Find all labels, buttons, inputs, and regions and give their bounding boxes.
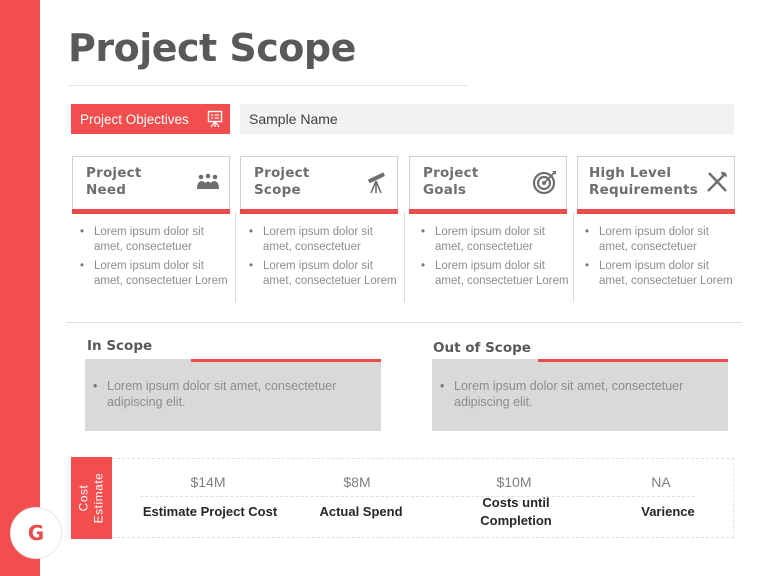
tools-icon xyxy=(707,171,727,192)
target-icon xyxy=(532,171,556,195)
card-title: Project Goals xyxy=(423,165,478,199)
card-accent-bar xyxy=(409,209,567,214)
list-item: Lorem ipsum dolor sit amet, consectetuer… xyxy=(80,259,230,288)
cost-value-actual: $8M xyxy=(343,474,371,490)
project-objectives-text: Project Objectives xyxy=(80,111,189,127)
list-item: Lorem ipsum dolor sit amet, consectetuer… xyxy=(249,259,399,288)
card-accent-bar xyxy=(72,209,230,214)
card-accent-bar xyxy=(577,209,735,214)
title-divider xyxy=(68,85,468,86)
column-divider xyxy=(235,212,236,302)
card-title: Project Need xyxy=(86,165,141,199)
page-title: Project Scope xyxy=(68,26,356,70)
card-title-line: Scope xyxy=(254,182,301,198)
card-title-line: Project xyxy=(254,165,310,181)
card-title-line: Project xyxy=(423,165,479,181)
list-item: Lorem ipsum dolor sit amet, consectetuer xyxy=(249,225,399,254)
card-bullets-goals: Lorem ipsum dolor sit amet, consectetuer… xyxy=(421,225,571,293)
card-title: Project Scope xyxy=(254,165,309,199)
cost-value-variance: NA xyxy=(651,474,671,490)
cost-estimate-label: Cost Estimate xyxy=(71,457,112,539)
section-divider xyxy=(66,322,742,323)
card-title-line: Project xyxy=(86,165,142,181)
out-of-scope-heading: Out of Scope xyxy=(433,340,531,356)
out-of-scope-text: Lorem ipsum dolor sit amet, consectetuer… xyxy=(440,379,718,410)
presentation-board-icon xyxy=(207,110,223,128)
list-item: Lorem ipsum dolor sit amet, consectetuer… xyxy=(421,259,571,288)
cost-caption-variance: Varience xyxy=(641,504,695,519)
cost-label-line: Cost xyxy=(76,484,91,512)
in-scope-text: Lorem ipsum dolor sit amet, consectetuer… xyxy=(93,379,371,410)
cost-estimate-frame xyxy=(112,458,734,538)
project-objectives-label: Project Objectives xyxy=(71,104,230,134)
cost-divider xyxy=(140,496,695,497)
list-item: Lorem ipsum dolor sit amet, consectetuer… xyxy=(585,259,735,288)
logo-letter: G xyxy=(27,521,45,545)
in-scope-panel: Lorem ipsum dolor sit amet, consectetuer… xyxy=(85,359,381,431)
cost-label-line: Estimate xyxy=(91,472,106,524)
card-project-goals: Project Goals xyxy=(409,156,567,214)
card-title: High Level Requirements xyxy=(589,165,698,199)
column-divider xyxy=(573,212,574,302)
telescope-icon xyxy=(367,172,386,194)
list-item: Lorem ipsum dolor sit amet, consectetuer xyxy=(585,225,735,254)
card-bullets-requirements: Lorem ipsum dolor sit amet, consectetuer… xyxy=(585,225,735,293)
out-of-scope-accent-line xyxy=(538,359,728,362)
cost-value-estimate: $14M xyxy=(190,474,226,490)
list-item: Lorem ipsum dolor sit amet, consectetuer xyxy=(80,225,230,254)
card-title-line: Goals xyxy=(423,182,467,198)
logo-badge: G xyxy=(10,507,62,559)
card-bullets-scope: Lorem ipsum dolor sit amet, consectetuer… xyxy=(249,225,399,293)
in-scope-heading: In Scope xyxy=(87,338,153,354)
card-project-scope: Project Scope xyxy=(240,156,398,214)
list-item: Lorem ipsum dolor sit amet, consectetuer xyxy=(421,225,571,254)
cost-caption-actual: Actual Spend xyxy=(319,504,403,519)
project-name-field[interactable]: Sample Name xyxy=(240,104,734,134)
card-title-line: Need xyxy=(86,182,127,198)
cost-value-until-completion: $10M xyxy=(496,474,532,490)
card-bullets-need: Lorem ipsum dolor sit amet, consectetuer… xyxy=(80,225,230,293)
out-of-scope-panel: Lorem ipsum dolor sit amet, consectetuer… xyxy=(432,359,728,431)
card-title-line: Requirements xyxy=(589,182,698,198)
column-divider xyxy=(404,212,405,302)
card-high-level-requirements: High Level Requirements xyxy=(577,156,735,214)
cost-caption-estimate: Estimate Project Cost xyxy=(142,504,278,519)
accent-side-bar xyxy=(0,0,40,576)
card-accent-bar xyxy=(240,209,398,214)
in-scope-accent-line xyxy=(191,359,381,362)
team-meeting-icon xyxy=(197,173,219,189)
cost-caption-until-completion: Costs until Completion xyxy=(480,495,552,528)
card-title-line: High Level xyxy=(589,165,672,181)
card-project-need: Project Need xyxy=(72,156,230,214)
